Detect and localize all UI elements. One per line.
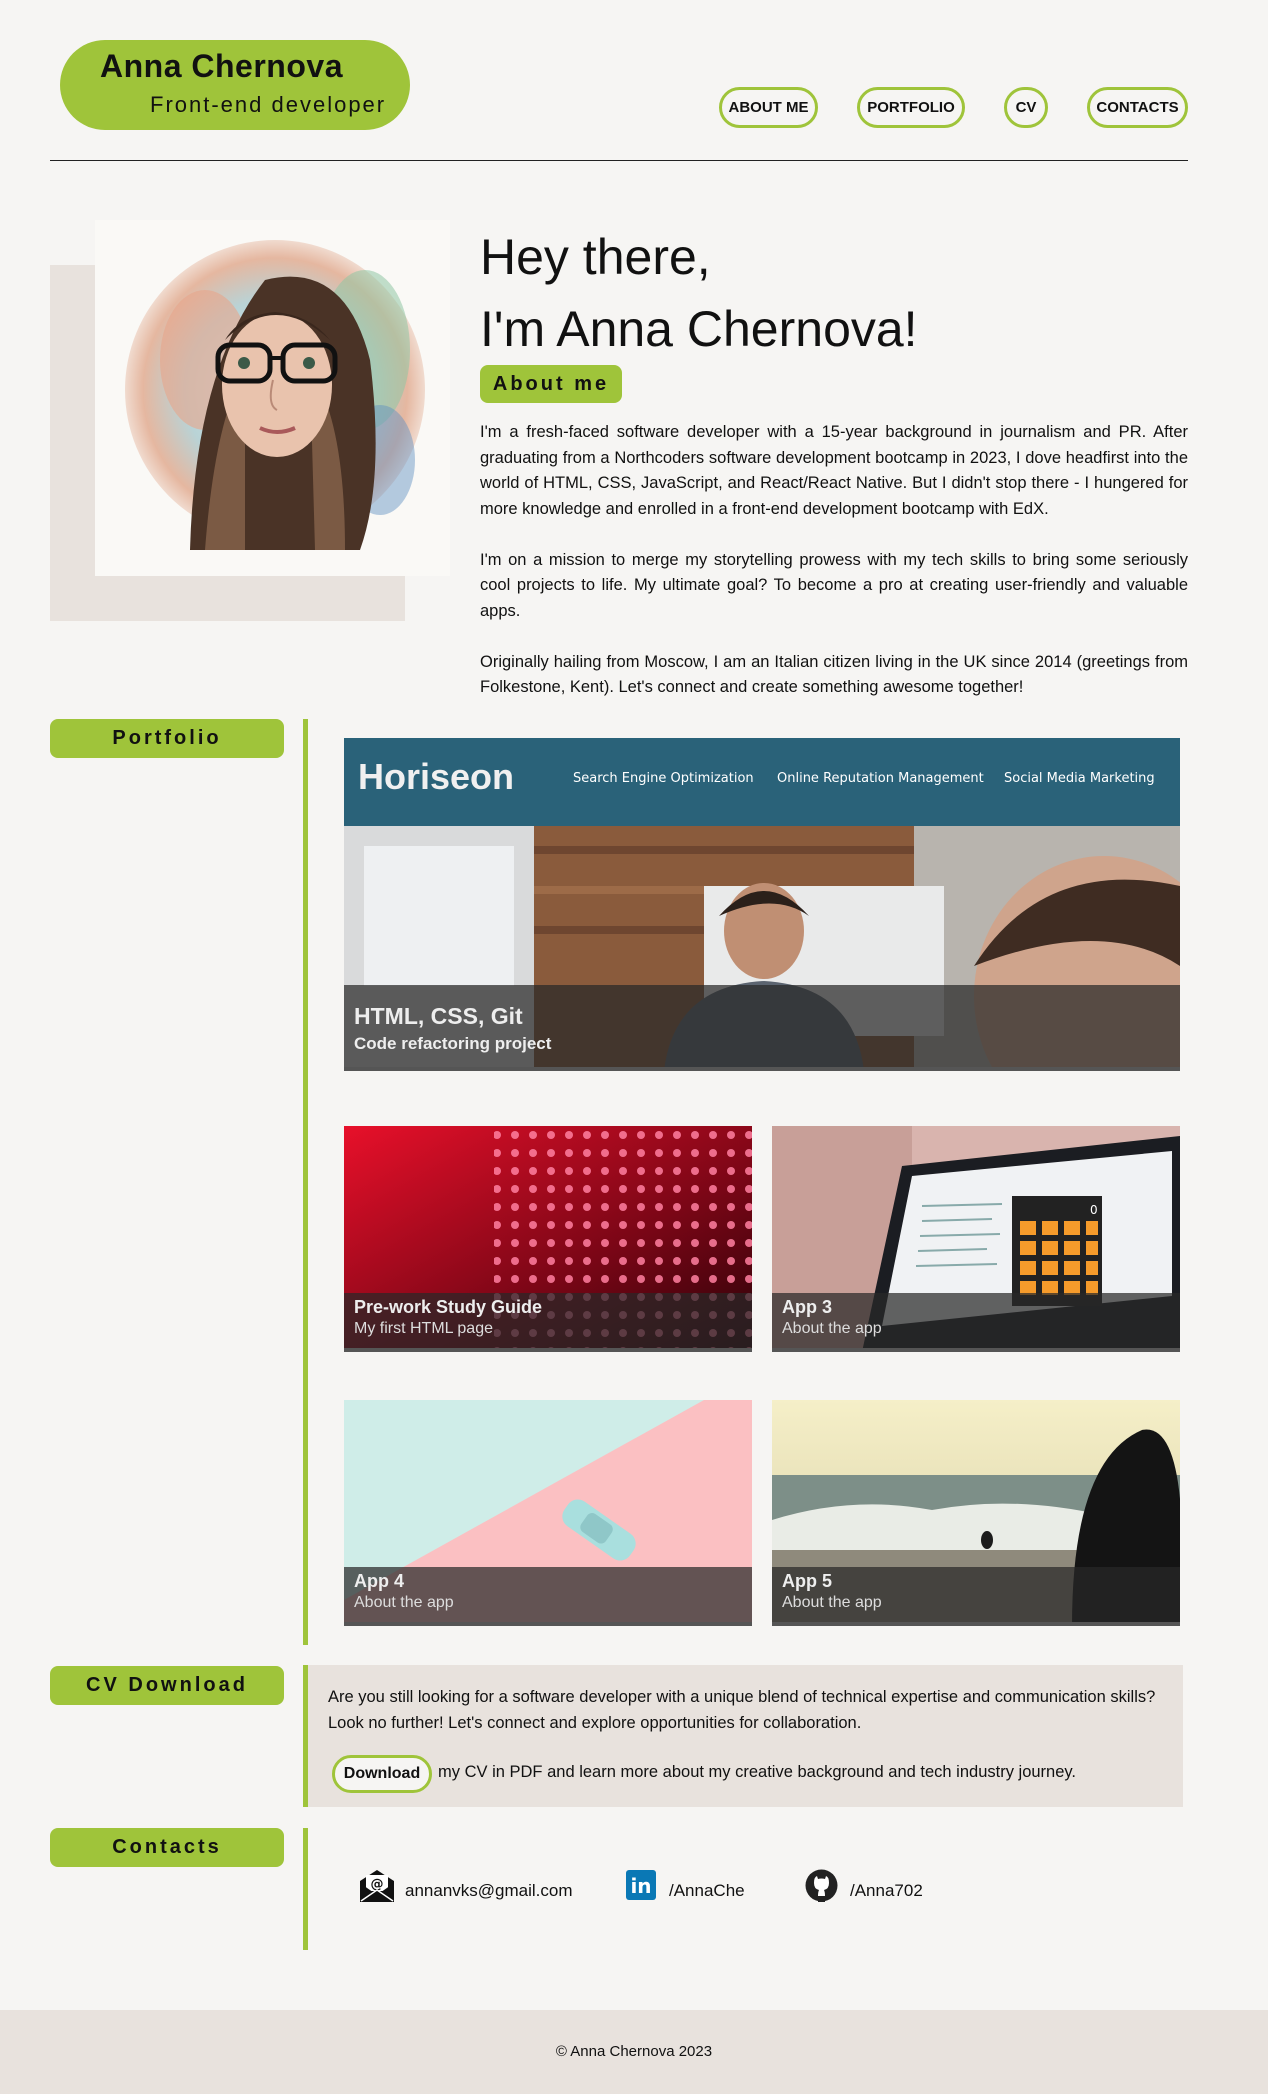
- project-subtitle: About the app: [782, 1320, 882, 1337]
- hero-greeting: Hey there,: [480, 229, 711, 285]
- project-title: Pre-work Study Guide: [354, 1297, 543, 1317]
- cv-divider: [303, 1665, 308, 1807]
- project-card[interactable]: App 4 About the app: [344, 1400, 752, 1626]
- site-name: Anna Chernova: [100, 48, 343, 84]
- hero-name: I'm Anna Chernova!: [480, 301, 918, 357]
- card-bottom-bar: [344, 1622, 752, 1626]
- portfolio-label: Portfolio: [50, 719, 284, 758]
- github-handle[interactable]: /Anna702: [850, 1881, 923, 1901]
- featured-title: HTML, CSS, Git: [354, 1003, 523, 1029]
- nav-contacts[interactable]: CONTACTS: [1087, 87, 1188, 128]
- download-button[interactable]: Download: [332, 1755, 432, 1793]
- card-bottom-bar: [772, 1622, 1180, 1626]
- cv-download-description: my CV in PDF and learn more about my cre…: [438, 1763, 1077, 1781]
- site-subtitle: Front-end developer: [150, 92, 387, 117]
- project-title: App 3: [782, 1297, 833, 1317]
- project-card[interactable]: App 5 About the app: [772, 1400, 1180, 1626]
- nav-cv[interactable]: CV: [1004, 87, 1048, 128]
- about-me-label: About me: [480, 365, 622, 403]
- featured-subtitle: Code refactoring project: [354, 1034, 552, 1053]
- horiseon-logo: Horiseon: [358, 756, 515, 797]
- about-paragraph: Originally hailing from Moscow, I am an …: [480, 652, 1188, 697]
- cv-text: Are you still looking for a software dev…: [328, 1688, 1156, 1732]
- featured-project-card[interactable]: Horiseon Search Engine Optimization Onli…: [344, 738, 1180, 1071]
- profile-portrait: [95, 220, 450, 576]
- about-paragraph: I'm a fresh-faced software developer wit…: [480, 423, 1188, 518]
- card-bottom-bar: [344, 1067, 1180, 1071]
- email-address[interactable]: annanvks@gmail.com: [405, 1881, 573, 1901]
- footer-copyright: © Anna Chernova 2023: [555, 2043, 713, 2060]
- contacts-label: Contacts: [50, 1828, 284, 1867]
- horiseon-nav-item: Online Reputation Management: [777, 771, 984, 786]
- linkedin-handle[interactable]: /AnnaChe: [669, 1881, 745, 1901]
- card-bottom-bar: [344, 1348, 752, 1352]
- project-subtitle: About the app: [782, 1594, 882, 1611]
- nav-about-me[interactable]: ABOUT ME: [719, 87, 818, 128]
- project-subtitle: My first HTML page: [354, 1320, 493, 1337]
- contacts-divider: [303, 1828, 308, 1950]
- portfolio-divider: [303, 719, 308, 1645]
- calculator-display: 0: [1090, 1203, 1098, 1217]
- project-caption: App 4 About the app: [344, 1567, 752, 1622]
- card-bottom-bar: [772, 1348, 1180, 1352]
- project-caption: App 5 About the app: [772, 1567, 1180, 1622]
- project-title: App 5: [782, 1571, 833, 1591]
- horiseon-header: Horiseon Search Engine Optimization Onli…: [344, 738, 1180, 826]
- about-text: I'm a fresh-faced software developer wit…: [480, 420, 1188, 726]
- horiseon-nav-item: Search Engine Optimization: [573, 771, 754, 786]
- email-icon[interactable]: @: [358, 1869, 396, 1903]
- project-title: App 4: [354, 1571, 405, 1591]
- project-caption: App 3 About the app: [772, 1293, 1180, 1348]
- about-paragraph: I'm on a mission to merge my storytellin…: [480, 550, 1188, 620]
- project-caption: Pre-work Study Guide My first HTML page: [344, 1293, 752, 1348]
- nav-portfolio[interactable]: PORTFOLIO: [857, 87, 965, 128]
- svg-text:in: in: [630, 1874, 651, 1898]
- header-divider: [50, 160, 1188, 161]
- featured-caption: HTML, CSS, Git Code refactoring project: [344, 985, 1180, 1067]
- project-subtitle: About the app: [354, 1594, 454, 1611]
- cv-download-label: CV Download: [50, 1666, 284, 1705]
- linkedin-icon[interactable]: in: [626, 1870, 656, 1900]
- project-card[interactable]: Pre-work Study Guide My first HTML page: [344, 1126, 752, 1352]
- project-card[interactable]: 0 App 3 About the app: [772, 1126, 1180, 1352]
- horiseon-nav-item: Social Media Marketing: [1004, 771, 1155, 786]
- github-icon[interactable]: [805, 1869, 838, 1902]
